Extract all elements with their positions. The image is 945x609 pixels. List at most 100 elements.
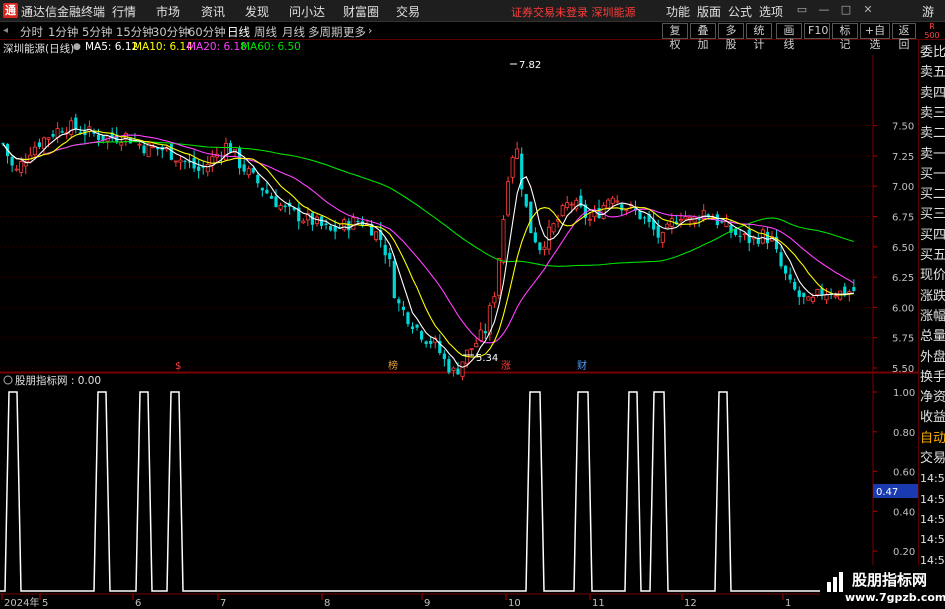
multi-stock-button[interactable]: 多股 [718, 23, 744, 51]
sidebar-item[interactable]: 14:56 [920, 530, 945, 550]
arrow-left-icon[interactable]: ◂ [3, 25, 8, 36]
high-price-label: 7.82 [510, 60, 541, 71]
sidebar-item[interactable]: 委比 [920, 43, 945, 63]
candle-body [478, 329, 483, 341]
ma-lines [2, 128, 855, 368]
menu-news[interactable]: 资讯 [201, 3, 225, 20]
candle-body [793, 281, 797, 290]
sidebar-item[interactable]: 换手 [920, 368, 945, 388]
watermark-url: www.7gpzb.com [845, 591, 945, 604]
draw-button[interactable]: 画线 [776, 23, 802, 51]
adjust-button[interactable]: 复权 [662, 23, 688, 51]
candle-body [697, 218, 701, 220]
app-title: 通达信金融终端 [21, 5, 106, 19]
sidebar-item[interactable]: 现价 [920, 266, 945, 286]
overlay-button[interactable]: 叠加 [690, 23, 716, 51]
menu-options[interactable]: 选项 [759, 3, 783, 20]
back-button[interactable]: 返回 [892, 23, 916, 51]
menu-discover[interactable]: 发现 [245, 3, 269, 20]
marker-rank[interactable]: 榜 [388, 359, 398, 372]
sidebar-item[interactable]: 收益 [920, 408, 945, 428]
period-15min[interactable]: 15分钟 [116, 24, 154, 40]
sidebar-item[interactable]: 交易 [920, 449, 945, 469]
chevron-right-icon[interactable]: › [368, 24, 372, 37]
menu-function[interactable]: 功能 [666, 3, 690, 20]
candle-body [424, 341, 428, 345]
candle-body [788, 274, 792, 280]
menu-quotes[interactable]: 行情 [112, 3, 136, 20]
sidebar-item[interactable]: 买五 [920, 246, 945, 266]
sidebar-item[interactable]: 买一 [920, 165, 945, 185]
period-daily[interactable]: 日线 [227, 24, 250, 40]
sidebar-item[interactable]: 卖二 [920, 124, 945, 144]
menu-trade[interactable]: 交易 [396, 3, 420, 20]
sidebar-item[interactable]: 卖四 [920, 84, 945, 104]
menu-layout[interactable]: 版面 [697, 3, 721, 20]
sidebar-item[interactable]: 自动 [920, 429, 945, 449]
menu-ask[interactable]: 问小达 [289, 3, 325, 20]
sidebar-item[interactable]: 买三 [920, 205, 945, 225]
ma20-line [2, 134, 855, 344]
sidebar-item[interactable]: 14:56 [920, 490, 945, 510]
marker-finance[interactable]: 财 [577, 359, 587, 372]
svg-text:7.82: 7.82 [519, 60, 541, 71]
period-60min[interactable]: 60分钟 [188, 24, 226, 40]
candle-body [569, 203, 574, 206]
candle-body [406, 312, 410, 325]
period-more[interactable]: 更多 [343, 24, 366, 40]
price-tick-label: 6.75 [892, 213, 914, 224]
candle-body [151, 146, 156, 149]
candle-body [347, 221, 351, 231]
date-label: 10 [508, 598, 521, 609]
indicator-panel[interactable]: 股朋指标网 : 0.00 1.00 0.80 0.60 0.40 0.20 0.47 [0, 374, 918, 592]
period-5min[interactable]: 5分钟 [82, 24, 112, 40]
add-watchlist-button[interactable]: +自选 [860, 23, 890, 51]
candle-body [173, 160, 178, 163]
sidebar-item[interactable]: 净资 [920, 388, 945, 408]
sidebar-item[interactable]: 涨幅 [920, 307, 945, 327]
sidebar-item[interactable]: 总量 [920, 327, 945, 347]
sidebar-item[interactable]: 卖五 [920, 63, 945, 83]
indicator-tick-label: 0.40 [893, 507, 915, 518]
maximize-icon[interactable]: □ [840, 4, 852, 16]
period-multi[interactable]: 多周期 [308, 24, 343, 40]
sidebar-item[interactable]: 14:56 [920, 510, 945, 530]
restore-icon[interactable]: ▭ [796, 4, 808, 16]
marker-dollar[interactable]: $ [175, 361, 181, 372]
candlestick-chart[interactable]: 7.50 7.25 7.00 6.75 6.50 6.25 6.00 5.75 5.50 7.8… [0, 40, 918, 609]
period-timeshare[interactable]: 分时 [20, 24, 43, 40]
menu-market[interactable]: 市场 [156, 3, 180, 20]
ma10-line [2, 130, 854, 358]
candle-body [833, 295, 838, 298]
sidebar-item[interactable]: 外盘 [920, 348, 945, 368]
menu-wealth[interactable]: 财富圈 [343, 3, 379, 20]
watermark-title: 股朋指标网 [852, 571, 928, 589]
sidebar-item[interactable]: 14:56 [920, 469, 945, 489]
marker-limit-up[interactable]: 涨 [501, 360, 511, 372]
period-1min[interactable]: 1分钟 [48, 24, 78, 40]
candle-body [542, 246, 547, 250]
period-30min[interactable]: 30分钟 [152, 24, 190, 40]
sidebar-item[interactable]: 卖三 [920, 104, 945, 124]
period-weekly[interactable]: 周线 [254, 24, 277, 40]
price-tick-label: 6.50 [892, 243, 914, 254]
sidebar-item[interactable]: 卖一 [920, 145, 945, 165]
candle-body [642, 217, 647, 219]
period-monthly[interactable]: 月线 [282, 24, 305, 40]
candle-body [451, 367, 456, 371]
login-status[interactable]: 证券交易未登录 深圳能源 [511, 4, 636, 20]
close-icon[interactable]: ✕ [862, 4, 874, 16]
f10-button[interactable]: F10 [804, 23, 830, 39]
sidebar-item[interactable]: 买四 [920, 226, 945, 246]
sidebar-item[interactable]: 买二 [920, 185, 945, 205]
indicator-settings-icon[interactable] [3, 375, 13, 385]
candle-body [274, 196, 278, 208]
candle-body [638, 210, 642, 219]
sidebar-item[interactable]: 涨跌 [920, 287, 945, 307]
stats-button[interactable]: 统计 [746, 23, 772, 51]
candle-body [137, 143, 142, 146]
minimize-icon[interactable]: — [818, 4, 830, 16]
mark-button[interactable]: 标记 [832, 23, 858, 51]
period-bar: ◂ 分时 1分钟 5分钟 15分钟 30分钟 60分钟 日线 周线 月线 多周期… [0, 22, 945, 51]
menu-formula[interactable]: 公式 [728, 3, 752, 20]
